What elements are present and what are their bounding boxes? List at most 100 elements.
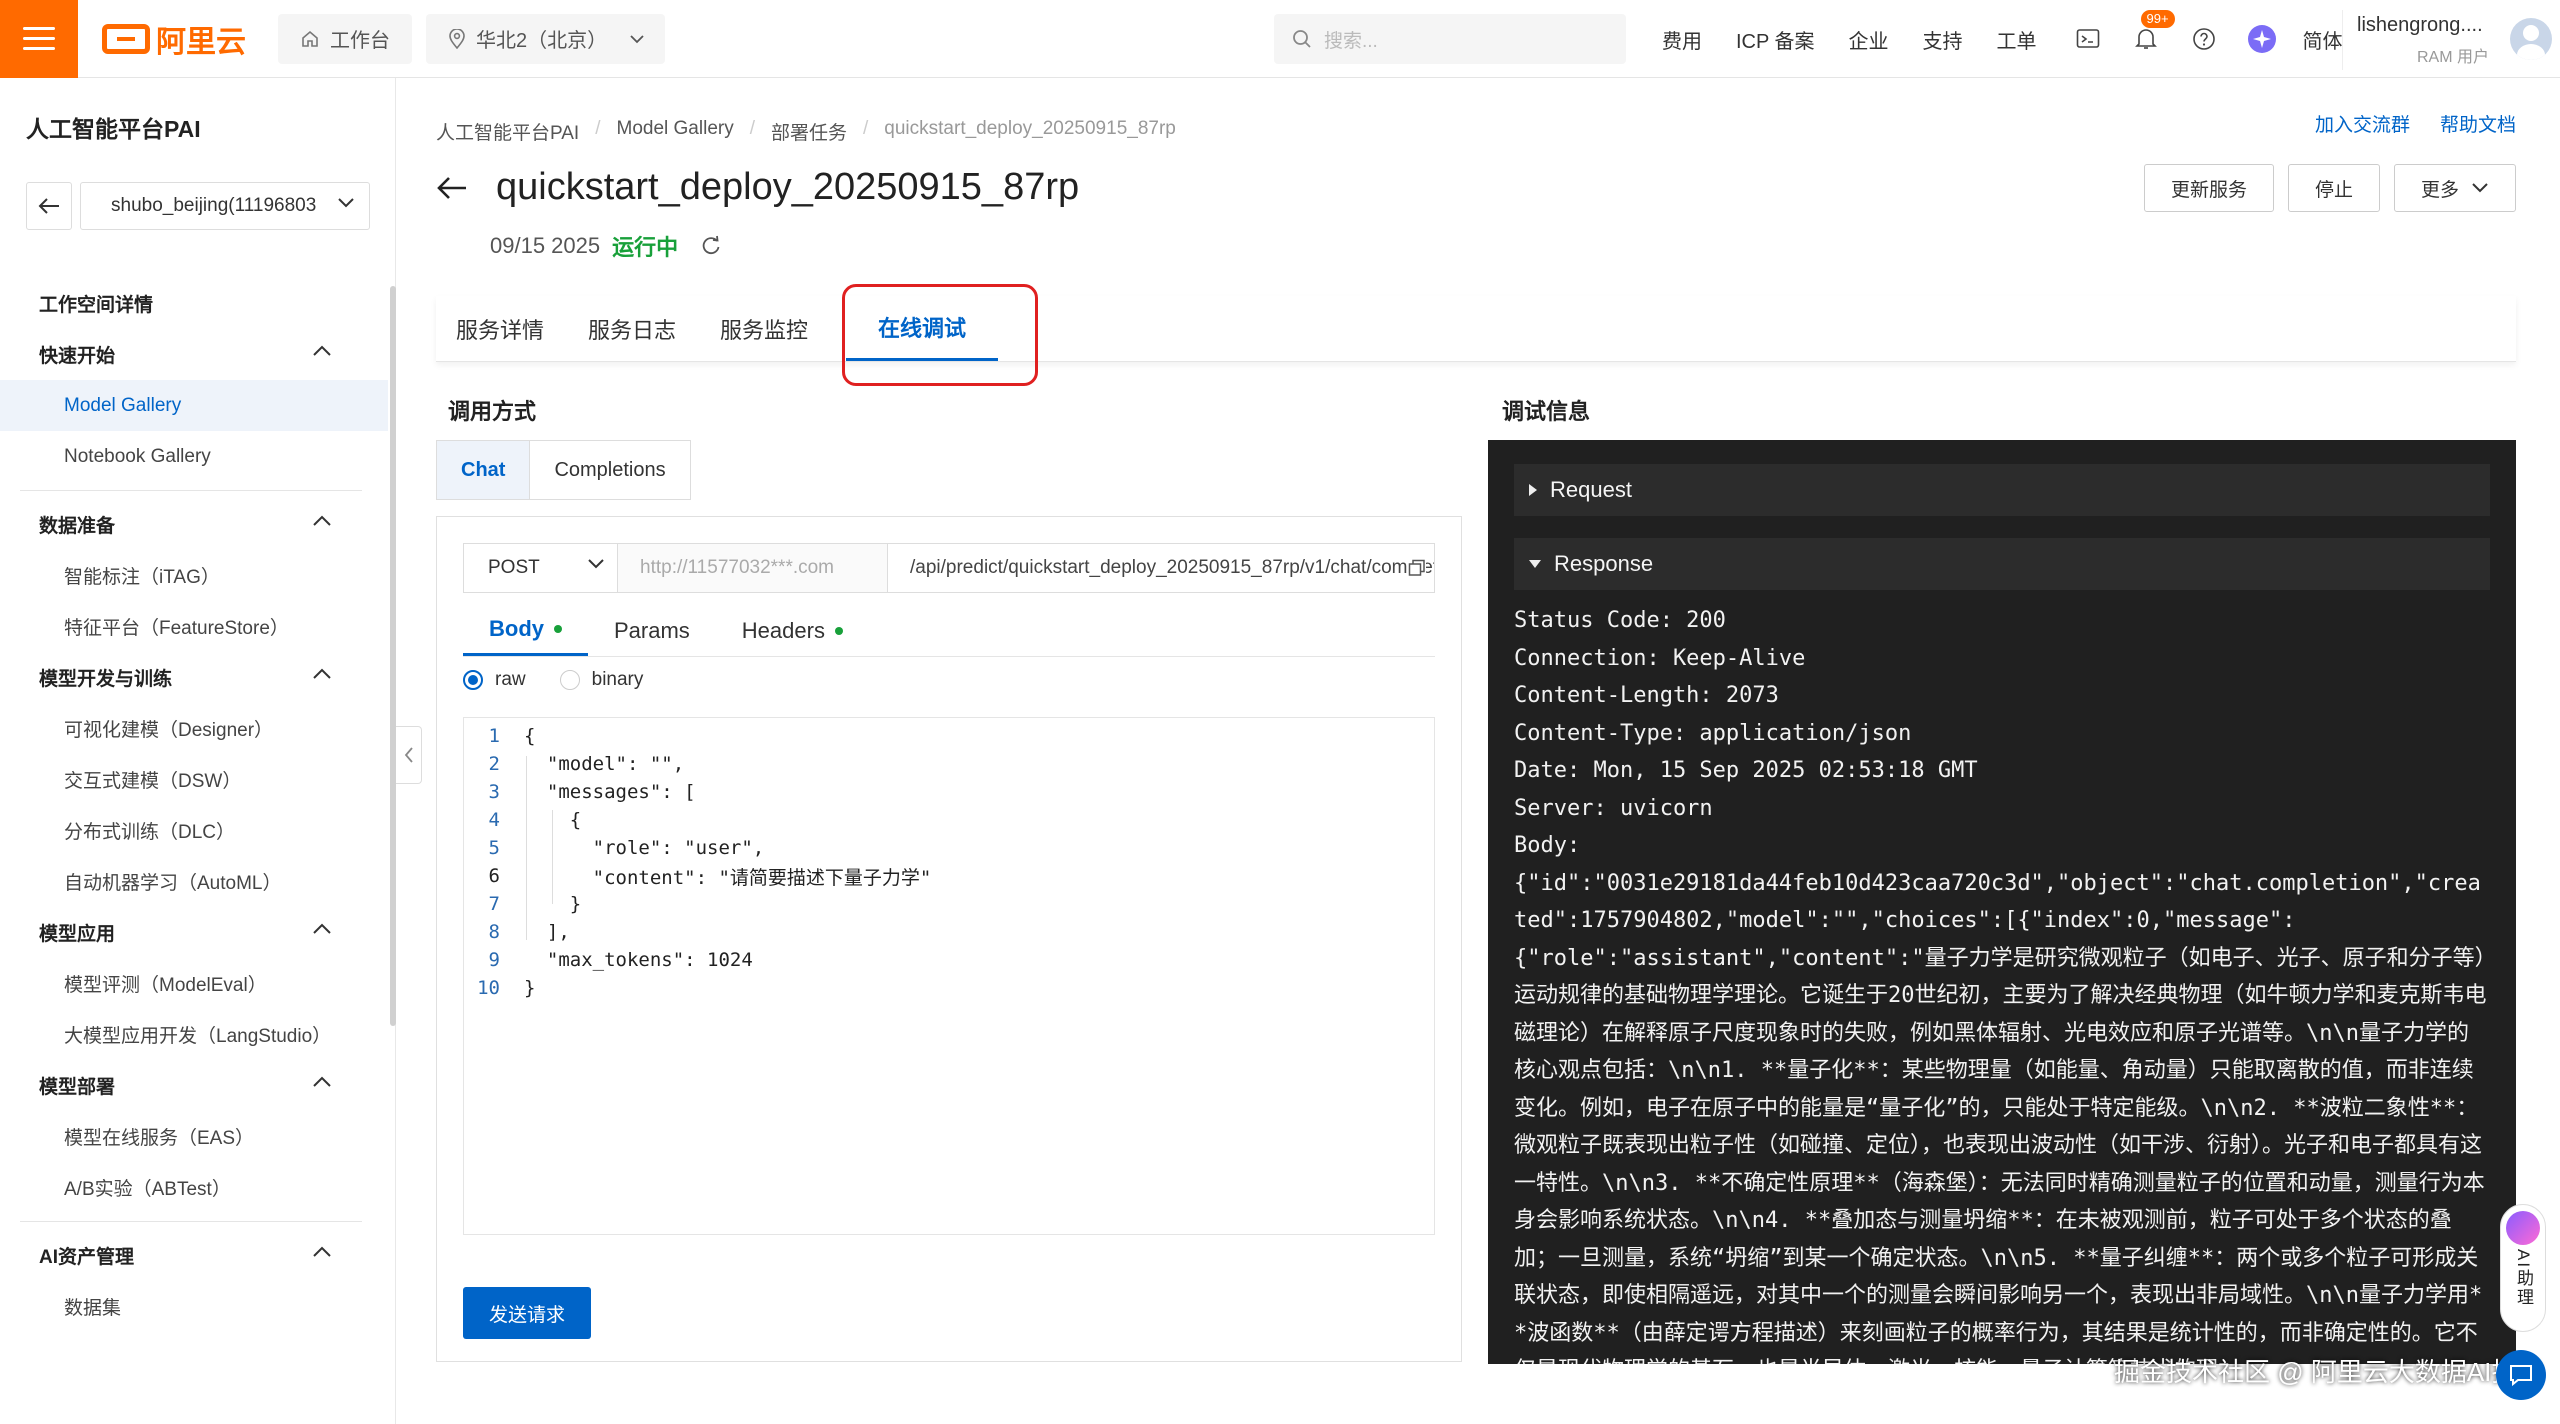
logo-mark-icon bbox=[102, 23, 150, 54]
sidebar-section-ai-assets[interactable]: AI资产管理 bbox=[0, 1230, 388, 1281]
method-select[interactable]: POST bbox=[464, 544, 618, 592]
location-icon bbox=[449, 28, 465, 49]
sidebar-scrollbar[interactable] bbox=[390, 286, 396, 1026]
notification-badge: 99+ bbox=[2140, 10, 2175, 28]
sidebar-item-model-gallery[interactable]: Model Gallery bbox=[0, 380, 388, 431]
sidebar-section-deploy[interactable]: 模型部署 bbox=[0, 1060, 388, 1111]
sidebar-section-quickstart[interactable]: 快速开始 bbox=[0, 329, 388, 380]
support-link[interactable]: 支持 bbox=[1923, 25, 1963, 54]
workspace-value: shubo_beijing(11196803 bbox=[111, 195, 317, 216]
tab-params[interactable]: Params bbox=[588, 605, 716, 656]
radio-binary[interactable]: binary bbox=[559, 669, 643, 691]
mode-completions[interactable]: Completions bbox=[530, 441, 690, 499]
fees-link[interactable]: 费用 bbox=[1662, 25, 1702, 54]
copy-icon[interactable] bbox=[1408, 559, 1426, 577]
ticket-link[interactable]: 工单 bbox=[1997, 25, 2037, 54]
response-collapse[interactable]: Response bbox=[1514, 538, 2490, 590]
status-dot bbox=[554, 625, 562, 633]
region-label: 华北2（北京） bbox=[476, 30, 608, 52]
sidebar-item-designer[interactable]: 可视化建模（Designer） bbox=[0, 703, 388, 754]
float-action-button[interactable] bbox=[2496, 1350, 2546, 1400]
avatar[interactable] bbox=[2510, 18, 2552, 60]
sidebar-item-itag[interactable]: 智能标注（iTAG） bbox=[0, 550, 388, 601]
sidebar-section-model-dev[interactable]: 模型开发与训练 bbox=[0, 652, 388, 703]
body-code-editor[interactable]: 1{ 2 "model": "", 3 "messages": [ 4 { 5 … bbox=[463, 717, 1435, 1235]
chevron-down-icon bbox=[2472, 183, 2488, 193]
invoke-mode-tabs: Chat Completions bbox=[436, 440, 691, 500]
tab-service-monitor[interactable]: 服务监控 bbox=[696, 296, 832, 361]
terminal-icon[interactable] bbox=[2071, 22, 2105, 56]
sidebar-item-datasets[interactable]: 数据集 bbox=[0, 1281, 388, 1332]
bell-icon[interactable]: 99+ bbox=[2129, 10, 2175, 56]
request-panel: POST http://11577032***.com /api/predict… bbox=[436, 516, 1462, 1362]
stop-button[interactable]: 停止 bbox=[2287, 164, 2380, 212]
sidebar-item-dsw[interactable]: 交互式建模（DSW） bbox=[0, 754, 388, 805]
mode-chat[interactable]: Chat bbox=[437, 441, 531, 499]
workspace-select[interactable]: shubo_beijing(11196803 bbox=[80, 182, 370, 230]
search-placeholder: 搜索... bbox=[1324, 30, 1378, 52]
menu-icon[interactable] bbox=[0, 0, 78, 78]
sidebar-section-model-app[interactable]: 模型应用 bbox=[0, 907, 388, 958]
chat-icon bbox=[2510, 1365, 2532, 1387]
more-button[interactable]: 更多 bbox=[2393, 164, 2516, 212]
help-docs-link[interactable]: 帮助文档 bbox=[2440, 110, 2516, 137]
chevron-up-icon bbox=[313, 1246, 331, 1257]
path-field[interactable]: /api/predict/quickstart_deploy_20250915_… bbox=[888, 544, 1434, 592]
sidebar-section-data-prep[interactable]: 数据准备 bbox=[0, 499, 388, 550]
sidebar-item-abtest[interactable]: A/B实验（ABTest） bbox=[0, 1162, 388, 1213]
breadcrumb-item[interactable]: 人工智能平台PAI bbox=[436, 118, 579, 145]
breadcrumb-item[interactable]: Model Gallery bbox=[617, 118, 734, 145]
breadcrumb-item[interactable]: 部署任务 bbox=[771, 118, 847, 145]
aliyun-logo[interactable]: 阿里云 bbox=[102, 19, 252, 59]
code-line: 4 { bbox=[488, 809, 582, 831]
ai-assistant-button[interactable]: AI助理 bbox=[2500, 1204, 2546, 1332]
service-date: 09/15 2025 bbox=[490, 233, 601, 258]
workbench-button[interactable]: 工作台 bbox=[278, 13, 412, 64]
arrow-left-icon[interactable] bbox=[436, 175, 468, 201]
sidebar-item-langstudio[interactable]: 大模型应用开发（LangStudio） bbox=[0, 1009, 388, 1060]
update-service-button[interactable]: 更新服务 bbox=[2143, 164, 2274, 212]
sidebar-item-workspace-detail[interactable]: 工作空间详情 bbox=[0, 278, 388, 329]
search-input[interactable]: 搜索... bbox=[1274, 14, 1626, 64]
breadcrumb-current: quickstart_deploy_20250915_87rp bbox=[884, 118, 1176, 139]
status-dot bbox=[834, 626, 843, 635]
enterprise-link[interactable]: 企业 bbox=[1849, 25, 1889, 54]
send-request-button[interactable]: 发送请求 bbox=[463, 1287, 592, 1339]
tab-headers[interactable]: Headers bbox=[716, 605, 869, 656]
sidebar: 人工智能平台PAI shubo_beijing(11196803 工作空间详情 … bbox=[0, 78, 396, 1424]
sidebar-item-dlc[interactable]: 分布式训练（DLC） bbox=[0, 805, 388, 856]
refresh-icon[interactable] bbox=[700, 235, 722, 257]
sidebar-item-featurestore[interactable]: 特征平台（FeatureStore） bbox=[0, 601, 388, 652]
tab-service-detail[interactable]: 服务详情 bbox=[432, 296, 568, 361]
sidebar-title: 人工智能平台PAI bbox=[26, 116, 201, 142]
back-button[interactable] bbox=[26, 182, 72, 230]
top-links: 费用 ICP 备案 企业 支持 工单 99+ 简体 bbox=[1662, 0, 2377, 78]
sidebar-item-modeleval[interactable]: 模型评测（ModelEval） bbox=[0, 958, 388, 1009]
code-line: 10} bbox=[477, 977, 536, 999]
language-toggle[interactable]: 简体 bbox=[2303, 25, 2343, 54]
user-menu[interactable]: lishengrong.... RAM 用户 bbox=[2342, 10, 2552, 70]
request-collapse[interactable]: Request bbox=[1514, 464, 2490, 516]
service-tabs: 服务详情 服务日志 服务监控 在线调试 bbox=[436, 296, 2516, 362]
arrow-left-icon bbox=[38, 198, 59, 214]
url-bar: POST http://11577032***.com /api/predict… bbox=[463, 543, 1435, 593]
watermark: 掘金技术社区 @ 阿里云大数据AI技术 bbox=[2114, 1357, 2544, 1387]
join-group-link[interactable]: 加入交流群 bbox=[2315, 110, 2410, 137]
code-line: 5 "role": "user", bbox=[488, 837, 765, 859]
tab-body[interactable]: Body bbox=[463, 605, 588, 656]
sidebar-collapse-button[interactable] bbox=[396, 726, 422, 784]
sidebar-item-automl[interactable]: 自动机器学习（AutoML） bbox=[0, 856, 388, 907]
body-format-radios: raw binary bbox=[463, 669, 643, 691]
debug-output-panel: Request Response Status Code: 200 Connec… bbox=[1488, 440, 2516, 1364]
region-selector[interactable]: 华北2（北京） bbox=[426, 13, 666, 64]
icp-link[interactable]: ICP 备案 bbox=[1736, 25, 1815, 54]
sidebar-item-notebook-gallery[interactable]: Notebook Gallery bbox=[0, 431, 388, 482]
chevron-up-icon bbox=[313, 515, 331, 526]
chevron-down-icon bbox=[630, 34, 644, 43]
sidebar-item-eas[interactable]: 模型在线服务（EAS） bbox=[0, 1111, 388, 1162]
radio-raw[interactable]: raw bbox=[463, 669, 526, 691]
ai-sparkle-icon[interactable] bbox=[2245, 22, 2279, 56]
tab-service-log[interactable]: 服务日志 bbox=[564, 296, 700, 361]
help-icon[interactable] bbox=[2187, 22, 2221, 56]
header-links: 加入交流群 帮助文档 bbox=[2315, 110, 2516, 137]
